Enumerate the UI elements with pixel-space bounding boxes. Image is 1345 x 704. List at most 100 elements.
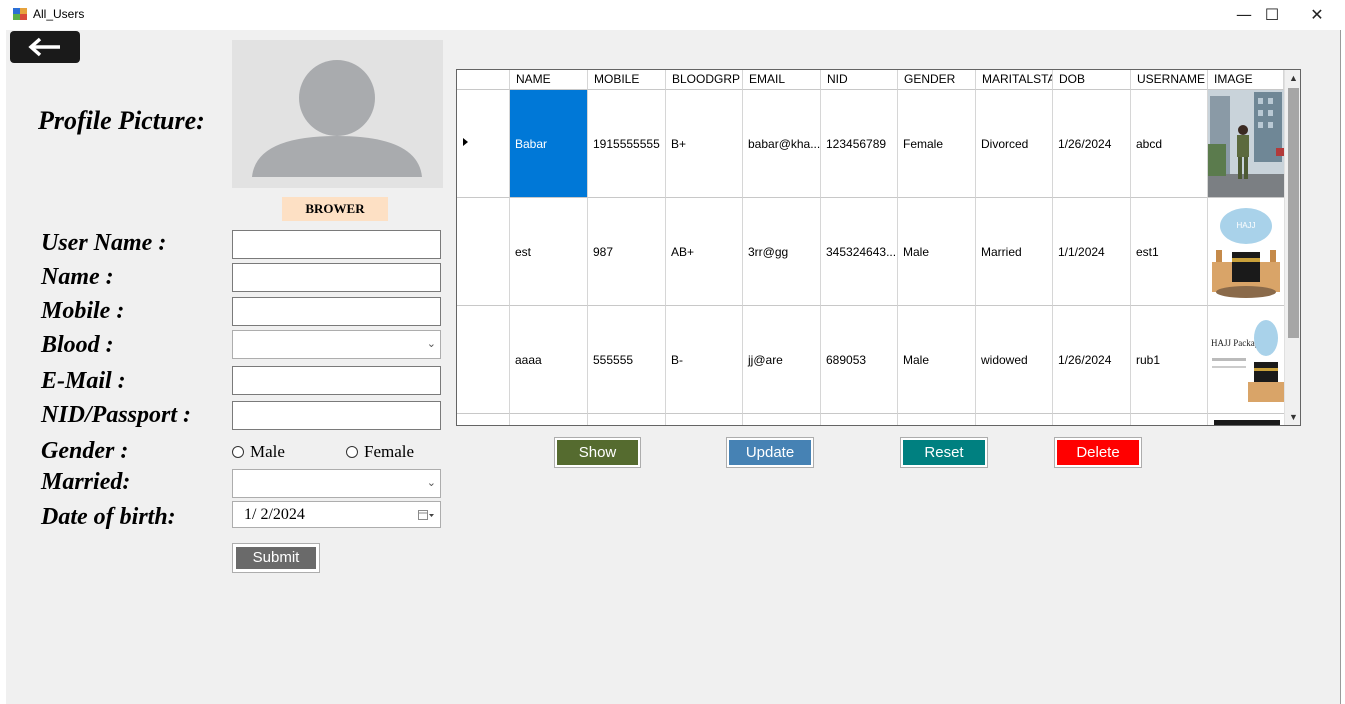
table-cell-mobile[interactable]: 987 [588, 198, 666, 306]
dob-date-picker[interactable]: 1/ 2/2024 [232, 501, 441, 528]
table-cell-gender[interactable]: Female [898, 90, 976, 198]
table-cell-nid[interactable]: 689053 [821, 306, 898, 414]
username-input[interactable] [232, 230, 441, 259]
column-header-bloodgrp[interactable]: BLOODGRP [666, 70, 743, 90]
table-cell-image[interactable]: HAJJ [1208, 198, 1284, 306]
table-cell-name[interactable]: aaaa [510, 306, 588, 414]
email-label: E-Mail : [41, 368, 126, 394]
table-cell-bloodgrp[interactable]: B- [666, 306, 743, 414]
nid-label: NID/Passport : [41, 402, 192, 428]
table-cell-email[interactable]: jj@are [743, 306, 821, 414]
scroll-down-icon[interactable]: ▼ [1285, 409, 1300, 425]
update-button[interactable]: Update [726, 437, 814, 468]
grid-vertical-scrollbar[interactable]: ▲ ▼ [1284, 70, 1300, 425]
table-cell-marital[interactable]: Divorced [976, 90, 1053, 198]
table-cell-image[interactable]: HAJJ Package [1208, 306, 1284, 414]
column-header-image[interactable]: IMAGE [1208, 70, 1284, 90]
maximize-icon[interactable]: ☐ [1257, 4, 1287, 26]
table-cell-dob[interactable]: 1/26/2024 [1053, 306, 1131, 414]
scroll-up-icon[interactable]: ▲ [1285, 70, 1300, 87]
hajj-package-thumbnail: HAJJ Package [1208, 306, 1284, 413]
row-header[interactable] [457, 198, 510, 306]
column-header-maritalsta[interactable]: MARITALSTA [976, 70, 1053, 90]
table-cell-bloodgrp[interactable] [666, 414, 743, 425]
table-cell-dob[interactable] [1053, 414, 1131, 425]
username-label: User Name : [41, 230, 167, 256]
table-cell-gender[interactable] [898, 414, 976, 425]
reset-button[interactable]: Reset [900, 437, 988, 468]
column-header-dob[interactable]: DOB [1053, 70, 1131, 90]
close-icon[interactable]: ✕ [1302, 4, 1332, 26]
table-cell-dob[interactable]: 1/1/2024 [1053, 198, 1131, 306]
radio-unchecked-icon [346, 446, 358, 458]
table-cell-username[interactable]: rub1 [1131, 306, 1208, 414]
mobile-input[interactable] [232, 297, 441, 326]
gender-radio-male[interactable]: Male [232, 442, 285, 462]
column-header-mobile[interactable]: MOBILE [588, 70, 666, 90]
table-cell-nid[interactable]: 123456789 [821, 90, 898, 198]
current-row-icon [463, 138, 468, 146]
browse-button[interactable]: BROWER [282, 197, 388, 221]
row-header[interactable] [457, 414, 510, 425]
radio-unchecked-icon [232, 446, 244, 458]
nid-input[interactable] [232, 401, 441, 430]
back-button[interactable] [10, 31, 80, 63]
profile-picture [232, 40, 443, 188]
table-cell-bloodgrp[interactable]: AB+ [666, 198, 743, 306]
name-input[interactable] [232, 263, 441, 292]
user-photo-thumbnail [1208, 90, 1284, 197]
users-data-grid[interactable]: NAME MOBILE BLOODGRP EMAIL NID GENDER MA… [456, 69, 1301, 426]
table-cell-email[interactable] [743, 414, 821, 425]
table-cell-email[interactable]: 3rr@gg [743, 198, 821, 306]
email-input[interactable] [232, 366, 441, 395]
table-cell-image[interactable] [1208, 90, 1284, 198]
hajj-poster-text: HAJJ [1236, 221, 1255, 230]
window-title: All_Users [33, 7, 85, 21]
chevron-down-icon: ⌄ [426, 338, 436, 350]
submit-button[interactable]: Submit [232, 543, 320, 573]
column-header-name[interactable]: NAME [510, 70, 588, 90]
married-select[interactable]: ⌄ [232, 469, 441, 498]
show-button[interactable]: Show [554, 437, 641, 468]
table-cell-gender[interactable]: Male [898, 198, 976, 306]
table-cell-marital[interactable]: Married [976, 198, 1053, 306]
table-cell-email[interactable]: babar@kha... [743, 90, 821, 198]
chevron-down-icon: ⌄ [426, 477, 436, 489]
window-edge [1340, 30, 1341, 704]
table-cell-mobile[interactable]: 555555 [588, 306, 666, 414]
column-header-username[interactable]: USERNAME [1131, 70, 1208, 90]
blood-select[interactable]: ⌄ [232, 330, 441, 359]
table-cell-marital[interactable]: widowed [976, 306, 1053, 414]
table-cell-nid[interactable] [821, 414, 898, 425]
table-cell-nid[interactable]: 345324643... [821, 198, 898, 306]
table-cell-name[interactable]: Babar [510, 90, 588, 198]
table-cell-image[interactable] [1208, 414, 1284, 425]
delete-button[interactable]: Delete [1054, 437, 1142, 468]
row-header[interactable] [457, 90, 510, 198]
arrow-left-icon [28, 37, 60, 57]
scrollbar-thumb[interactable] [1288, 88, 1299, 338]
column-header-nid[interactable]: NID [821, 70, 898, 90]
gender-radio-male-label: Male [250, 442, 285, 461]
minimize-icon[interactable]: — [1229, 4, 1259, 26]
calendar-dropdown-icon[interactable] [418, 510, 434, 521]
table-cell-name[interactable] [510, 414, 588, 425]
table-cell-marital[interactable] [976, 414, 1053, 425]
table-cell-name[interactable]: est [510, 198, 588, 306]
row-header[interactable] [457, 306, 510, 414]
table-cell-username[interactable]: abcd [1131, 90, 1208, 198]
table-cell-username[interactable] [1131, 414, 1208, 425]
table-cell-bloodgrp[interactable]: B+ [666, 90, 743, 198]
name-label: Name : [41, 264, 114, 290]
avatar-placeholder-icon [252, 60, 422, 177]
table-cell-username[interactable]: est1 [1131, 198, 1208, 306]
profile-picture-label: Profile Picture: [38, 106, 205, 135]
column-header-email[interactable]: EMAIL [743, 70, 821, 90]
form-client-area: Profile Picture: BROWER User Name : Name… [6, 30, 1340, 704]
table-cell-gender[interactable]: Male [898, 306, 976, 414]
table-cell-mobile[interactable] [588, 414, 666, 425]
column-header-gender[interactable]: GENDER [898, 70, 976, 90]
table-cell-mobile[interactable]: 1915555555 [588, 90, 666, 198]
gender-radio-female[interactable]: Female [346, 442, 414, 462]
table-cell-dob[interactable]: 1/26/2024 [1053, 90, 1131, 198]
